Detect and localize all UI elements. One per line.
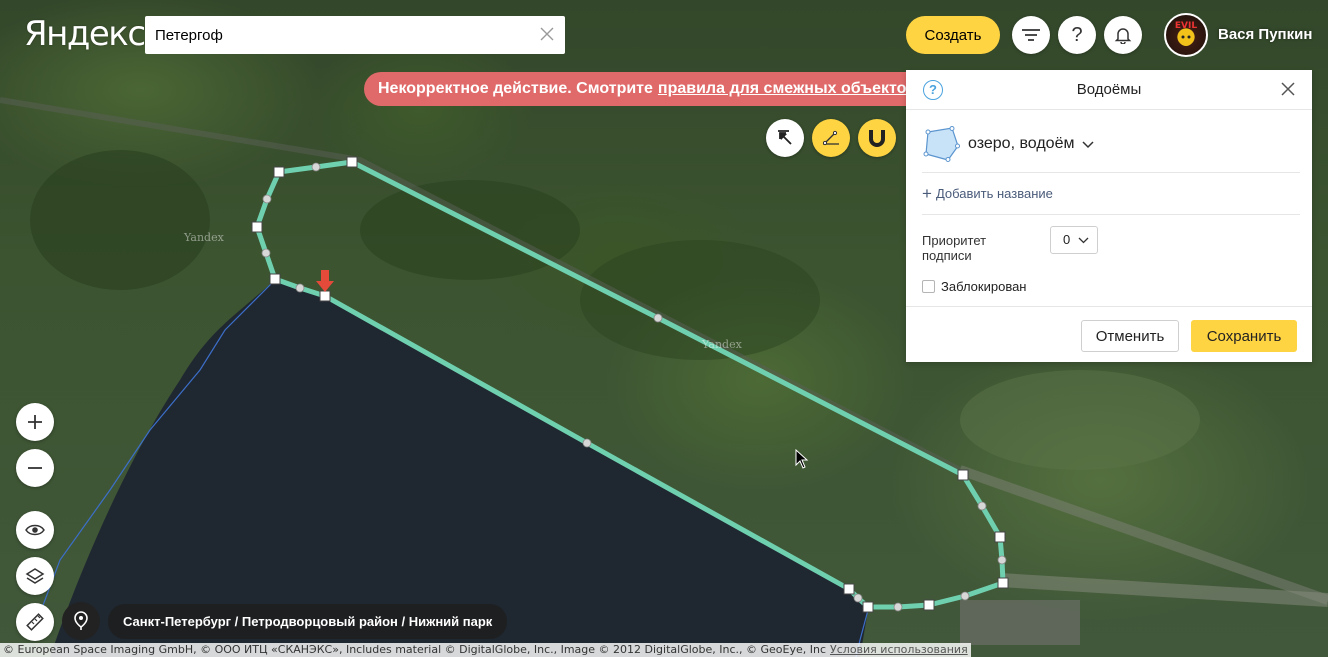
plus-icon: + (922, 184, 932, 203)
copyright-text: © European Space Imaging GmbH, © ООО ИТЦ… (3, 643, 827, 656)
polygon-water-icon (923, 126, 960, 162)
add-name-label: Добавить название (935, 186, 1053, 201)
error-notification: Некорректное действие. Смотрите правила … (364, 72, 931, 106)
divider (922, 172, 1300, 173)
object-editor-panel: ? Водоёмы озеро, водоём + Добавить назва… (906, 70, 1312, 362)
panel-title: Водоёмы (1076, 81, 1142, 98)
filter-button[interactable] (1012, 16, 1050, 54)
cursor-arrow-icon (778, 130, 792, 145)
location-breadcrumb[interactable]: Санкт-Петербург / Петродворцовый район /… (108, 604, 508, 639)
panel-footer: Отменить Сохранить (906, 306, 1312, 362)
priority-value: 0 (1063, 232, 1071, 247)
avatar[interactable]: EVIL (1164, 13, 1208, 57)
ruler-button[interactable] (16, 603, 54, 641)
locked-checkbox-row[interactable]: Заблокирован (922, 279, 1026, 294)
layers-button[interactable] (16, 557, 54, 595)
zoom-out-button[interactable] (16, 449, 54, 487)
filter-icon (1022, 29, 1040, 41)
close-icon[interactable] (1280, 81, 1298, 99)
eye-icon (25, 524, 45, 536)
map-watermark: Yandex (702, 338, 742, 351)
cancel-button[interactable]: Отменить (1081, 320, 1179, 352)
panel-header: ? Водоёмы (906, 70, 1312, 110)
plus-icon (28, 415, 42, 429)
mouse-cursor-icon (795, 449, 809, 469)
user-name[interactable]: Вася Пупкин (1218, 26, 1312, 43)
locked-checkbox[interactable] (922, 280, 935, 293)
save-button[interactable]: Сохранить (1191, 320, 1297, 352)
create-button[interactable]: Создать (906, 16, 1000, 54)
search-input[interactable] (155, 26, 525, 44)
select-tool-button[interactable] (766, 119, 804, 157)
locked-label: Заблокирован (941, 279, 1027, 294)
chevron-down-icon (1078, 237, 1089, 244)
map-watermark: Yandex (184, 231, 224, 244)
view-button[interactable] (16, 511, 54, 549)
bell-icon (1114, 28, 1132, 44)
chevron-down-icon (1082, 141, 1094, 149)
yandex-logo[interactable]: Яндекс (24, 14, 146, 54)
priority-label: Приоритет подписи (922, 233, 987, 263)
search-box[interactable] (145, 16, 565, 54)
snap-tool-button[interactable] (858, 119, 896, 157)
draw-tool-button[interactable] (812, 119, 850, 157)
question-icon: ? (1071, 23, 1083, 46)
help-button[interactable]: ? (1058, 16, 1096, 54)
priority-select[interactable]: 0 (1050, 226, 1098, 254)
adjacent-objects-rules-link[interactable]: правила для смежных объектов (658, 80, 916, 98)
locate-button[interactable] (62, 602, 100, 640)
location-pin-icon (74, 611, 88, 630)
magnet-icon (869, 130, 885, 147)
notifications-button[interactable] (1104, 16, 1142, 54)
object-type-label: озеро, водоём (968, 135, 1075, 152)
draw-line-icon (822, 130, 839, 146)
copyright-bar: © European Space Imaging GmbH, © ООО ИТЦ… (0, 643, 971, 657)
terms-link[interactable]: Условия использования (830, 643, 968, 656)
divider (922, 214, 1300, 215)
minus-icon (28, 467, 42, 469)
error-message: Некорректное действие. Смотрите (378, 80, 653, 97)
zoom-in-button[interactable] (16, 403, 54, 441)
layers-icon (25, 568, 45, 584)
error-arrow-marker (316, 270, 334, 292)
svg-text:EVIL: EVIL (1175, 21, 1197, 31)
object-type-selector[interactable]: озеро, водоём (922, 122, 1094, 166)
close-icon[interactable] (537, 25, 557, 45)
ruler-icon (26, 613, 44, 631)
add-name-link[interactable]: + Добавить название (922, 184, 1053, 203)
